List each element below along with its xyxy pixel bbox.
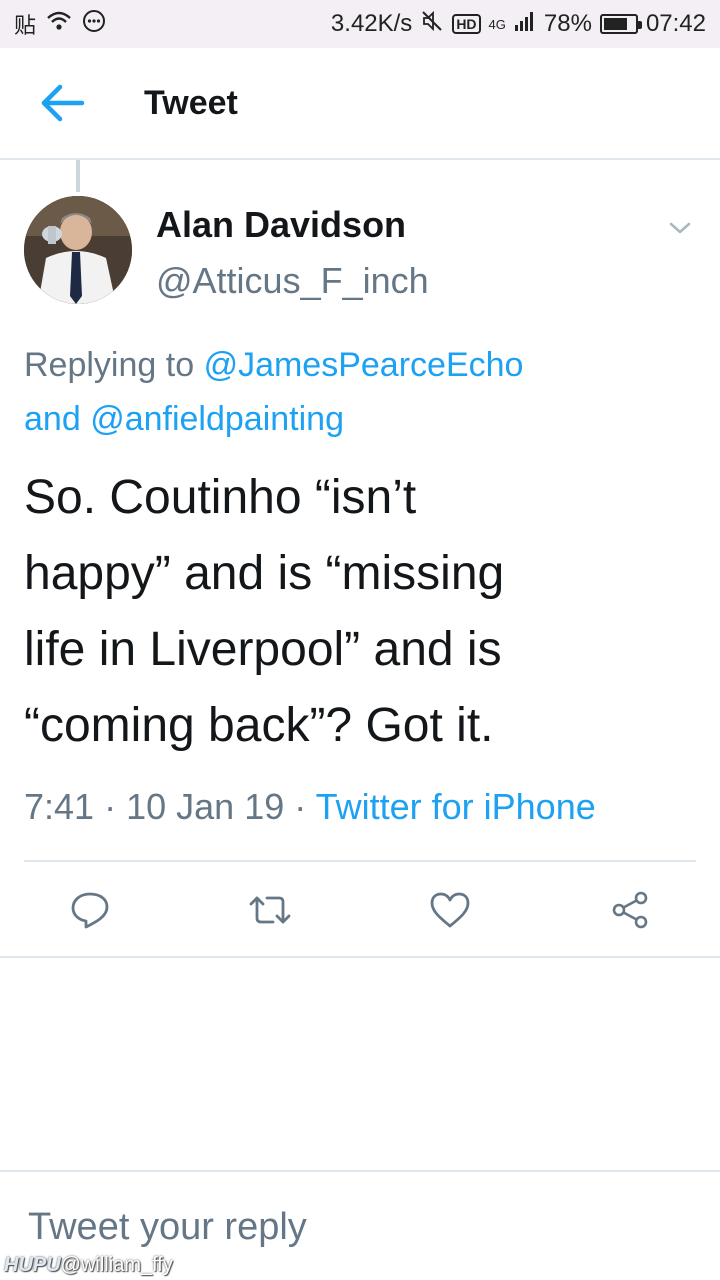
tieba-icon: 贴	[14, 13, 37, 38]
thread-connector-line	[76, 160, 80, 192]
replying-to: Replying to @JamesPearceEcho and @anfiel…	[24, 338, 684, 446]
hd-badge: HD	[452, 14, 481, 34]
heart-icon	[430, 892, 470, 928]
watermark-brand: HUPU	[4, 1254, 61, 1276]
author-row: Alan Davidson @Atticus_F_inch	[0, 192, 720, 312]
meta-separator: ·	[104, 786, 117, 827]
tweet-actions	[0, 862, 720, 956]
share-button[interactable]	[602, 882, 658, 938]
network-type: 4G	[488, 16, 506, 32]
tweet-detail: Alan Davidson @Atticus_F_inch Replying t…	[0, 192, 720, 862]
share-icon	[612, 891, 648, 929]
retweet-button[interactable]	[242, 882, 298, 938]
clock: 07:42	[645, 10, 706, 37]
app-header: Tweet	[0, 48, 720, 160]
signal-icon	[514, 10, 536, 38]
watermark: HUPU@william_ffy	[4, 1254, 173, 1277]
battery-icon	[599, 14, 642, 34]
network-speed: 3.42K/s	[330, 10, 413, 37]
replying-prefix: Replying to	[24, 346, 195, 384]
status-right: 3.42K/s HD 4G 78% 07:42	[331, 9, 706, 40]
reply-mention-link[interactable]: @anfieldpainting	[90, 400, 344, 438]
more-dots-icon	[82, 9, 106, 40]
reply-conjunction: and	[24, 400, 81, 438]
chevron-down-icon	[669, 222, 691, 234]
status-left: 贴	[14, 8, 106, 40]
tweet-meta: 7:41 · 10 Jan 19 · Twitter for iPhone	[24, 786, 596, 828]
tweet-date: 10 Jan 19	[126, 786, 285, 827]
wifi-icon	[46, 10, 72, 39]
divider	[0, 956, 720, 958]
like-button[interactable]	[422, 882, 478, 938]
meta-separator: ·	[294, 786, 307, 827]
tweet-source-link[interactable]: Twitter for iPhone	[316, 786, 596, 827]
back-button[interactable]	[0, 47, 130, 159]
reply-button[interactable]	[62, 882, 118, 938]
reply-icon	[71, 892, 109, 929]
mute-icon	[420, 9, 444, 40]
tweet-time: 7:41	[24, 786, 95, 827]
status-bar: 贴 3.42K/s HD 4G 78% 07:42	[0, 0, 720, 48]
watermark-handle: @william_ffy	[60, 1254, 173, 1276]
tweet-text: So. Coutinho “isn’t happy” and is “missi…	[24, 471, 505, 752]
more-options-button[interactable]	[660, 208, 700, 248]
back-arrow-icon	[41, 84, 85, 122]
page-title: Tweet	[144, 83, 238, 122]
author-name[interactable]: Alan Davidson	[156, 204, 406, 246]
reply-mention-link[interactable]: @JamesPearceEcho	[204, 346, 524, 384]
avatar[interactable]	[24, 196, 132, 304]
battery-percent: 78%	[543, 10, 592, 37]
author-handle[interactable]: @Atticus_F_inch	[156, 260, 429, 302]
avatar-photo-icon	[24, 196, 132, 304]
reply-input[interactable]: Tweet your reply	[28, 1206, 307, 1249]
retweet-icon	[249, 896, 291, 924]
battery-level-fill	[603, 18, 628, 30]
